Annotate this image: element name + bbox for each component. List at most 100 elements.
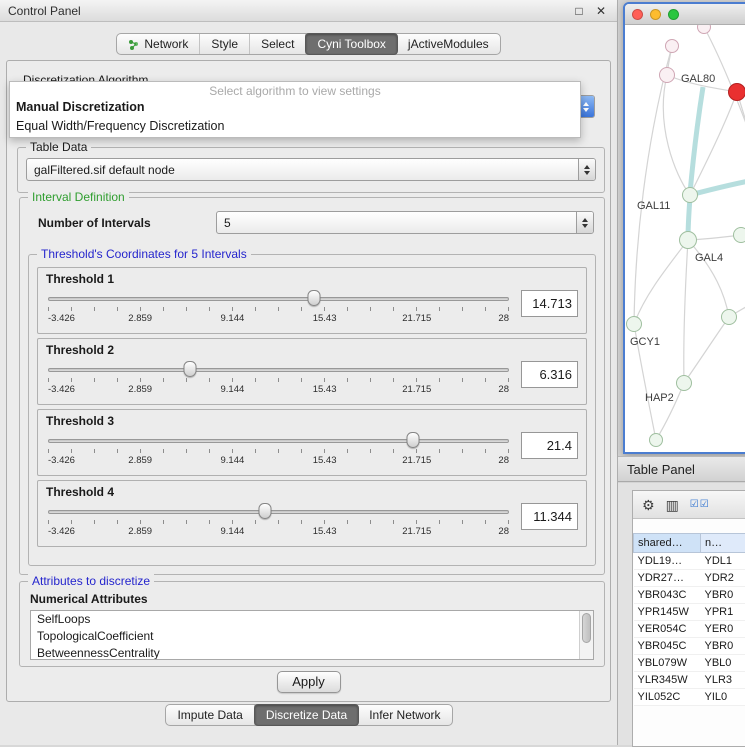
table-cell[interactable]: YDL1 bbox=[701, 553, 745, 570]
threshold-4-slider[interactable]: -3.4262.8599.14415.4321.71528 bbox=[46, 501, 511, 541]
apply-button[interactable]: Apply bbox=[277, 671, 341, 693]
close-traffic-light-icon[interactable] bbox=[632, 9, 643, 20]
threshold-2-value-field[interactable]: 6.316 bbox=[521, 361, 578, 388]
tab-impute-data[interactable]: Impute Data bbox=[166, 705, 254, 725]
gear-icon[interactable]: ⚙ bbox=[642, 498, 655, 512]
tab-network[interactable]: Network bbox=[117, 34, 200, 54]
tick-mark bbox=[508, 449, 509, 453]
dropdown-option-manual-discretization[interactable]: Manual Discretization bbox=[10, 98, 580, 117]
tab-discretize-data[interactable]: Discretize Data bbox=[254, 704, 359, 726]
window-title: Control Panel bbox=[8, 4, 565, 18]
tab-select[interactable]: Select bbox=[250, 34, 306, 54]
table-cell[interactable]: YPR1 bbox=[701, 604, 745, 621]
table-cell[interactable]: YBL0 bbox=[701, 655, 745, 672]
slider-thumb[interactable] bbox=[308, 290, 321, 306]
table-cell[interactable]: YPR145W bbox=[634, 604, 701, 621]
table-cell[interactable]: YLR3 bbox=[701, 672, 745, 689]
list-item-betweennesscentrality[interactable]: BetweennessCentrality bbox=[31, 645, 593, 660]
threshold-1-value-field[interactable]: 14.713 bbox=[521, 290, 578, 317]
slider-tick-label: 28 bbox=[498, 313, 509, 324]
list-item-selfloops[interactable]: SelfLoops bbox=[31, 611, 593, 628]
table-cell[interactable]: YDR2 bbox=[701, 570, 745, 587]
network-node[interactable] bbox=[728, 83, 745, 101]
network-node[interactable] bbox=[665, 39, 679, 53]
column-header-shared-name[interactable]: shared… bbox=[634, 534, 701, 553]
slider-track[interactable] bbox=[48, 368, 509, 372]
combo-stepper-icon bbox=[578, 159, 595, 180]
tick-mark bbox=[324, 520, 325, 524]
table-cell[interactable]: YBR043C bbox=[634, 587, 701, 604]
table-cell[interactable]: YBR0 bbox=[701, 638, 745, 655]
number-of-intervals-combo[interactable]: 5 bbox=[216, 211, 594, 234]
network-node[interactable] bbox=[721, 309, 737, 325]
slider-track[interactable] bbox=[48, 297, 509, 301]
table-cell[interactable]: YER0 bbox=[701, 621, 745, 638]
network-node[interactable] bbox=[733, 227, 745, 243]
dropdown-option-equal-width-frequency[interactable]: Equal Width/Frequency Discretization bbox=[10, 117, 580, 136]
table-panel-title: Table Panel bbox=[618, 456, 745, 482]
threshold-1-slider[interactable]: -3.4262.8599.14415.4321.71528 bbox=[46, 288, 511, 328]
network-node[interactable] bbox=[626, 316, 642, 332]
table-row[interactable]: YLR345WYLR3 bbox=[634, 672, 745, 689]
slider-tick-label: 21.715 bbox=[402, 455, 431, 466]
list-scrollbar[interactable] bbox=[579, 611, 593, 659]
table-row[interactable]: YER054CYER0 bbox=[634, 621, 745, 638]
network-node[interactable] bbox=[676, 375, 692, 391]
slider-track[interactable] bbox=[48, 510, 509, 514]
slider-tick-label: 15.43 bbox=[313, 526, 337, 537]
slider-thumb[interactable] bbox=[184, 361, 197, 377]
columns-icon[interactable]: ▥ bbox=[666, 498, 679, 512]
table-row[interactable]: YPR145WYPR1 bbox=[634, 604, 745, 621]
threshold-2-slider[interactable]: -3.4262.8599.14415.4321.71528 bbox=[46, 359, 511, 399]
table-cell[interactable]: YBL079W bbox=[634, 655, 701, 672]
threshold-3-slider[interactable]: -3.4262.8599.14415.4321.71528 bbox=[46, 430, 511, 470]
threshold-4-value-field[interactable]: 11.344 bbox=[521, 503, 578, 530]
table-row[interactable]: YBL079WYBL0 bbox=[634, 655, 745, 672]
list-item-topologicalcoefficient[interactable]: TopologicalCoefficient bbox=[31, 628, 593, 645]
tab-label: Select bbox=[261, 37, 294, 51]
table-data-combo[interactable]: galFiltered.sif default node bbox=[26, 158, 596, 181]
network-node[interactable] bbox=[679, 231, 697, 249]
tab-cyni-toolbox[interactable]: Cyni Toolbox bbox=[305, 33, 397, 55]
table-data-group-label: Table Data bbox=[26, 140, 91, 154]
slider-track[interactable] bbox=[48, 439, 509, 443]
scrollbar-thumb[interactable] bbox=[582, 613, 591, 643]
minimize-traffic-light-icon[interactable] bbox=[650, 9, 661, 20]
tick-mark bbox=[48, 378, 49, 382]
combo-value: galFiltered.sif default node bbox=[27, 163, 578, 177]
table-row[interactable]: YBR045CYBR0 bbox=[634, 638, 745, 655]
close-window-icon[interactable]: ✕ bbox=[593, 4, 609, 18]
table-cell[interactable]: YBR0 bbox=[701, 587, 745, 604]
network-node[interactable] bbox=[649, 433, 663, 447]
slider-thumb[interactable] bbox=[407, 432, 420, 448]
network-node[interactable] bbox=[682, 187, 698, 203]
tab-jactivemodules[interactable]: jActiveModules bbox=[397, 34, 500, 54]
table-cell[interactable]: YER054C bbox=[634, 621, 701, 638]
float-window-icon[interactable]: □ bbox=[571, 4, 587, 18]
tick-mark bbox=[255, 449, 256, 453]
table-cell[interactable]: YIL0 bbox=[701, 689, 745, 706]
network-node[interactable] bbox=[659, 67, 675, 83]
table-cell[interactable]: YIL052C bbox=[634, 689, 701, 706]
table-row[interactable]: YBR043CYBR0 bbox=[634, 587, 745, 604]
table-row[interactable]: YIL052CYIL0 bbox=[634, 689, 745, 706]
column-header-name[interactable]: n… bbox=[701, 534, 745, 553]
select-columns-icon[interactable]: ☑☑ bbox=[690, 500, 710, 510]
tick-mark bbox=[508, 520, 509, 524]
slider-ticks bbox=[48, 449, 509, 453]
table-cell[interactable]: YLR345W bbox=[634, 672, 701, 689]
table-row[interactable]: YDL19…YDL1 bbox=[634, 553, 745, 570]
tick-mark bbox=[71, 520, 72, 524]
table-cell[interactable]: YDR27… bbox=[634, 570, 701, 587]
threshold-3-value-field[interactable]: 21.4 bbox=[521, 432, 578, 459]
network-canvas[interactable]: GAL80GAL11GAL4GCY1HAP2 bbox=[625, 25, 745, 452]
slider-thumb[interactable] bbox=[258, 503, 271, 519]
zoom-traffic-light-icon[interactable] bbox=[668, 9, 679, 20]
table-cell[interactable]: YBR045C bbox=[634, 638, 701, 655]
tick-mark bbox=[232, 378, 233, 382]
table-row[interactable]: YDR27…YDR2 bbox=[634, 570, 745, 587]
tick-mark bbox=[439, 449, 440, 453]
tab-infer-network[interactable]: Infer Network bbox=[358, 705, 451, 725]
tab-style[interactable]: Style bbox=[200, 34, 250, 54]
table-cell[interactable]: YDL19… bbox=[634, 553, 701, 570]
